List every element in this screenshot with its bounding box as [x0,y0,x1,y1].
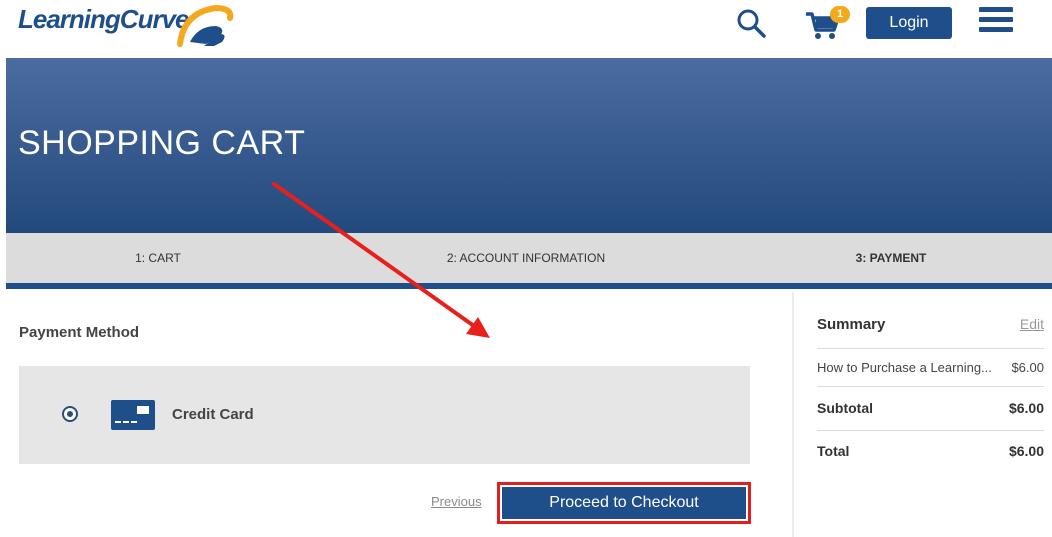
logo-text: LearningCurve [18,4,189,34]
payment-method-heading: Payment Method [19,324,140,341]
summary-divider-line [817,348,1044,349]
cart-count-badge: 1 [830,6,850,23]
step-payment[interactable]: 3: PAYMENT [796,233,986,283]
logo-swoosh-icon [177,4,234,47]
credit-card-label: Credit Card [172,406,254,423]
menu-bar [979,27,1013,32]
summary-item-price: $6.00 [1011,360,1044,375]
total-label: Total [817,443,850,459]
previous-link[interactable]: Previous [431,494,482,509]
summary-heading: Summary [817,316,886,333]
login-button[interactable]: Login [866,7,952,39]
page: LearningCurve 1 Login SHOPPING CART 1: C… [0,0,1052,537]
search-button[interactable] [734,6,768,40]
menu-bar [979,17,1013,22]
top-bar: LearningCurve 1 Login [0,0,1052,58]
checkout-highlight-box: Proceed to Checkout [497,482,751,524]
total-value: $6.00 [1008,443,1044,459]
summary-divider-line [817,386,1044,387]
payment-option-credit-card[interactable]: Credit Card [19,366,750,464]
page-title: SHOPPING CART [18,124,306,162]
step-cart[interactable]: 1: CART [66,233,250,283]
summary-edit-link[interactable]: Edit [1020,316,1044,332]
summary-item-name: How to Purchase a Learning... [817,360,992,375]
proceed-to-checkout-button[interactable]: Proceed to Checkout [502,487,746,519]
credit-card-radio[interactable] [62,406,78,422]
menu-bar [979,7,1013,12]
menu-icon[interactable] [979,7,1013,37]
summary-divider [792,292,794,537]
checkout-steps: 1: CART 2: ACCOUNT INFORMATION 3: PAYMEN… [6,233,1052,283]
logo[interactable]: LearningCurve [18,2,189,48]
credit-card-icon [111,400,155,430]
steps-divider [6,283,1052,289]
step-account-information[interactable]: 2: ACCOUNT INFORMATION [411,233,641,283]
subtotal-label: Subtotal [817,400,873,416]
subtotal-value: $6.00 [1008,400,1044,416]
cart-button[interactable]: 1 [804,4,852,42]
summary-divider-line [817,430,1044,431]
search-icon [737,9,766,38]
hero-banner: SHOPPING CART [6,58,1052,233]
